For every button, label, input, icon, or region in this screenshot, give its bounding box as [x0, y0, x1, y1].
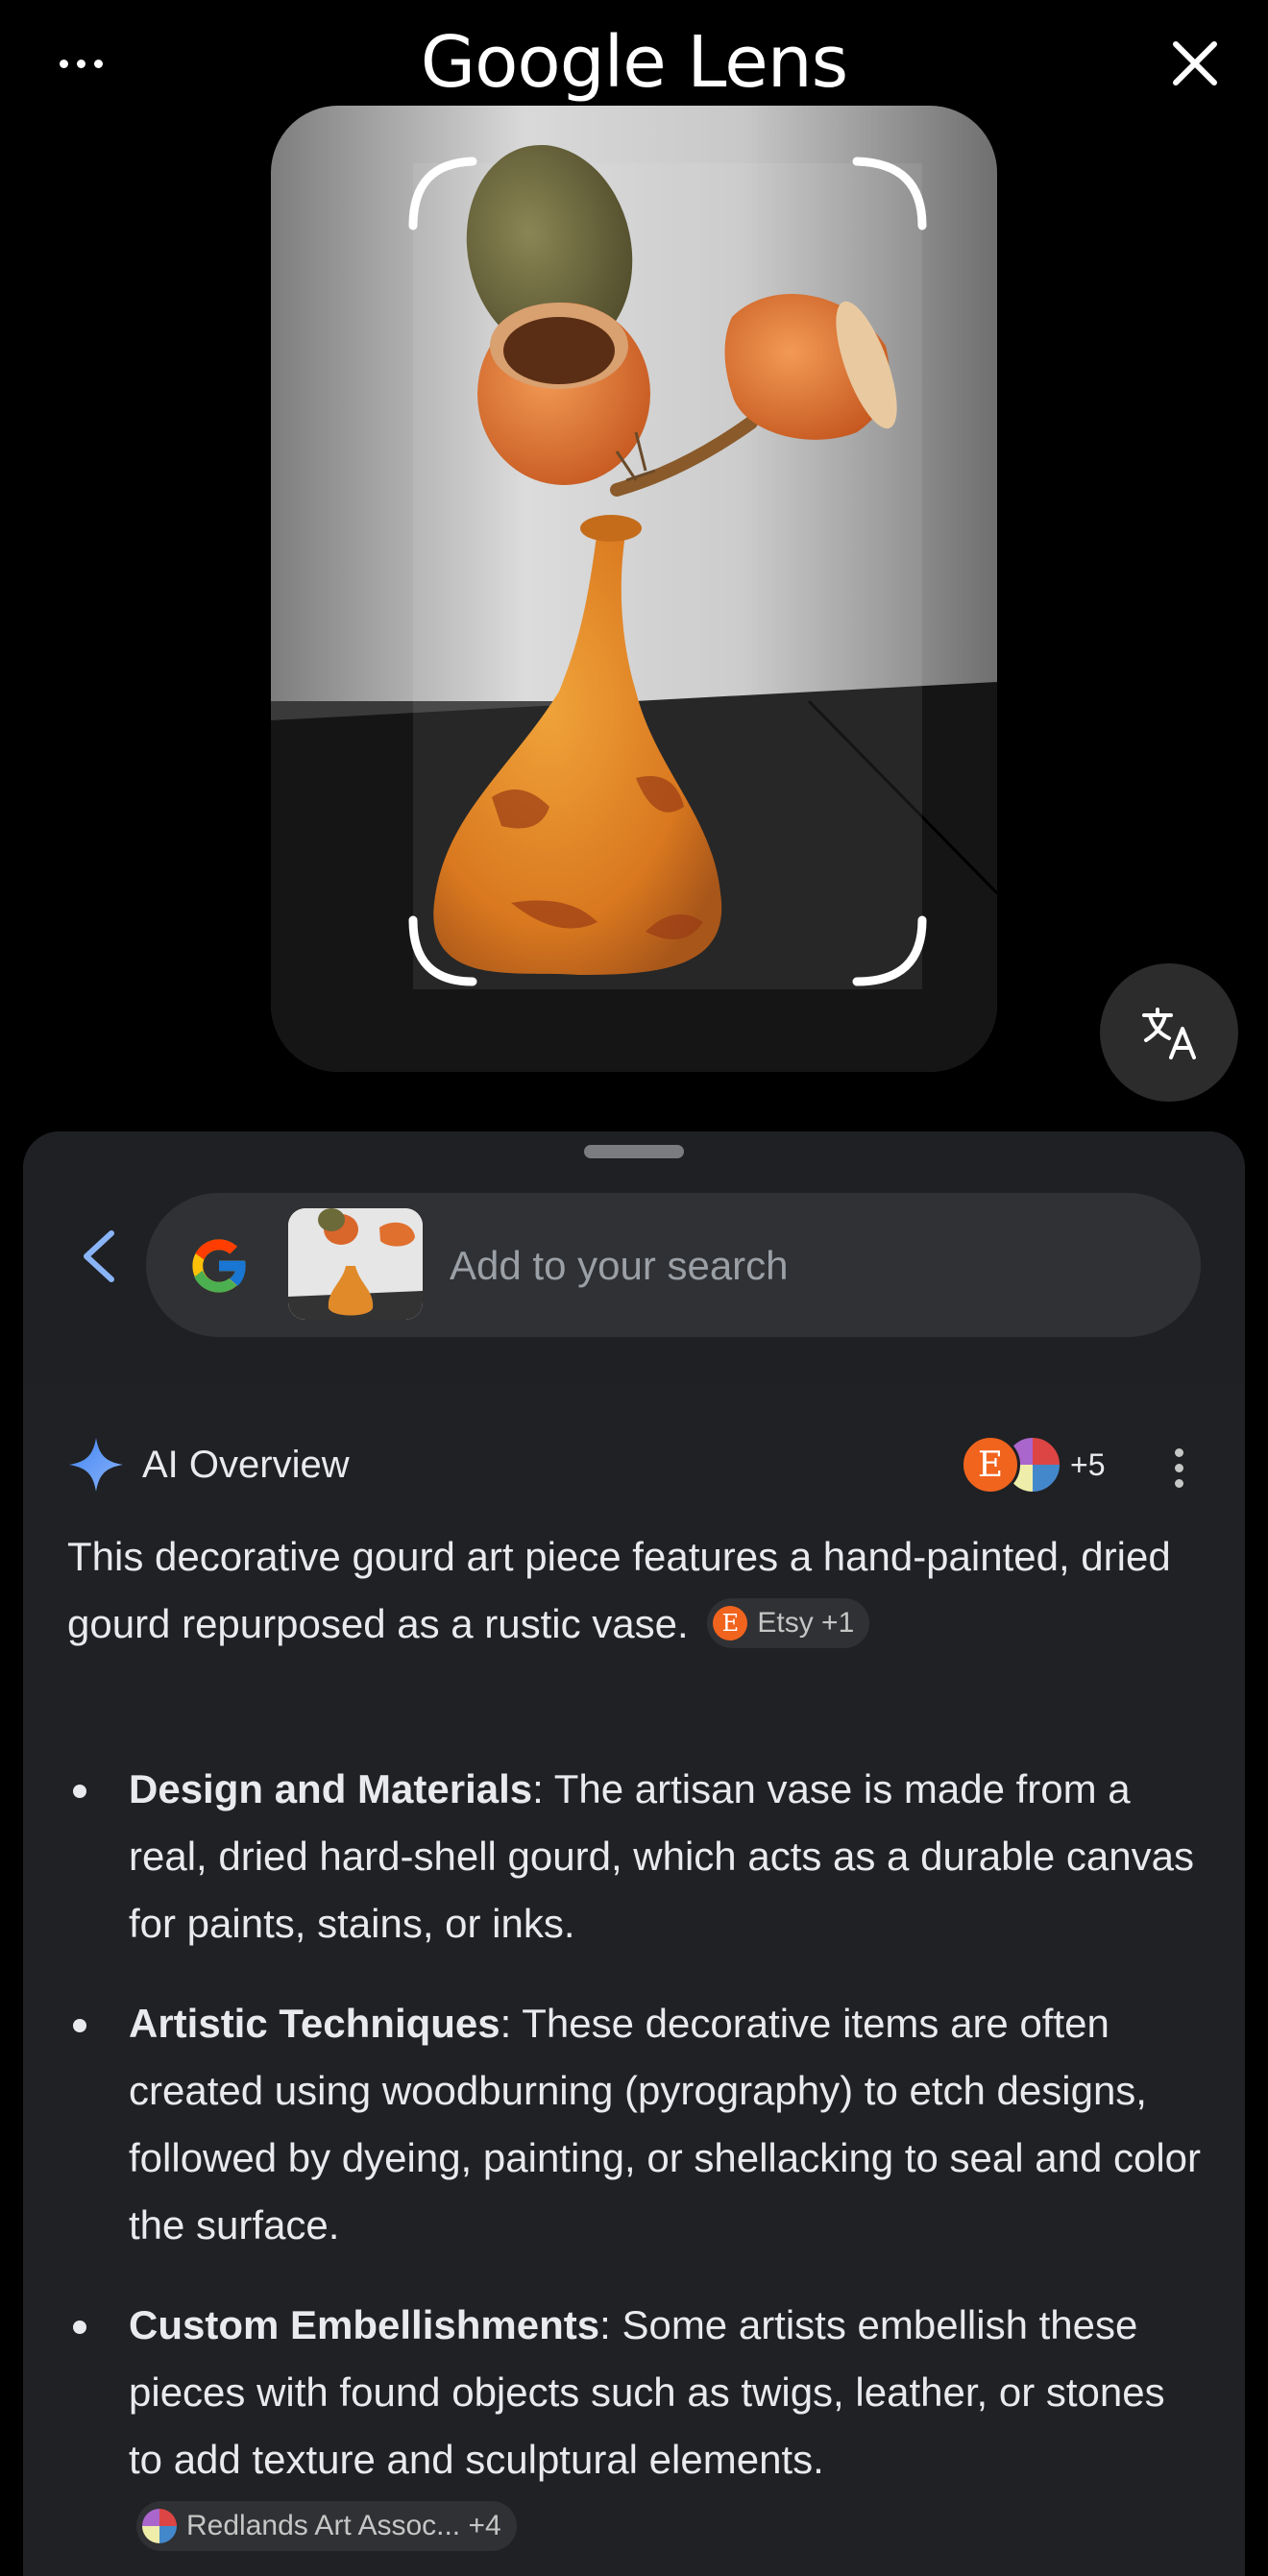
close-icon[interactable]: [1160, 29, 1230, 98]
ai-overview-title: AI Overview: [142, 1443, 350, 1486]
etsy-icon: E: [713, 1605, 748, 1640]
source-avatars[interactable]: E +5: [961, 1433, 1105, 1496]
lens-screen: Google Lens Add to your search AI Overvi…: [0, 0, 1268, 2576]
translate-button[interactable]: [1100, 963, 1238, 1102]
source-chip-etsy[interactable]: E Etsy +1: [707, 1597, 870, 1648]
bullet-heading: Artistic Techniques: [129, 2001, 500, 2046]
list-item: Custom Embellishments: Some artists embe…: [67, 2292, 1201, 2561]
back-arrow-icon[interactable]: [60, 1216, 140, 1297]
translate-icon: [1142, 1008, 1196, 1059]
list-item: Design and Materials: The artisan vase i…: [67, 1756, 1201, 1957]
image-thumbnail[interactable]: [288, 1208, 423, 1320]
chip-label: Redlands Art Assoc... +4: [186, 2509, 501, 2541]
redlands-art-icon: [142, 2508, 177, 2543]
search-row: [23, 1131, 1245, 1383]
source-count: +5: [1070, 1446, 1106, 1482]
search-input[interactable]: [450, 1227, 1122, 1304]
source-chip-redlands[interactable]: Redlands Art Assoc... +4: [136, 2500, 517, 2551]
ai-overview-panel: AI Overview E +5 This decorative gourd a…: [23, 1383, 1245, 2576]
results-sheet: AI Overview E +5 This decorative gourd a…: [23, 1131, 1245, 2576]
summary-text: This decorative gourd art piece features…: [67, 1534, 1171, 1646]
search-bar[interactable]: [146, 1193, 1201, 1337]
overflow-menu-icon[interactable]: [1155, 1439, 1203, 1496]
ai-summary: This decorative gourd art piece features…: [67, 1523, 1191, 1658]
bullet-heading: Custom Embellishments: [129, 2302, 600, 2347]
ai-overview-header: AI Overview: [67, 1431, 350, 1498]
google-g-icon: [192, 1239, 248, 1293]
ai-sparkle-icon: [69, 1438, 123, 1492]
sheet-drag-handle[interactable]: [584, 1145, 684, 1158]
etsy-icon: E: [961, 1435, 1020, 1495]
overview-bullets: Design and Materials: The artisan vase i…: [67, 1756, 1201, 2576]
app-title: Google Lens: [420, 21, 848, 104]
bullet-heading: Design and Materials: [129, 1766, 533, 1811]
list-item: Artistic Techniques: These decorative it…: [67, 1990, 1201, 2259]
captured-image: [271, 106, 997, 1072]
chip-label: Etsy +1: [757, 1606, 855, 1639]
